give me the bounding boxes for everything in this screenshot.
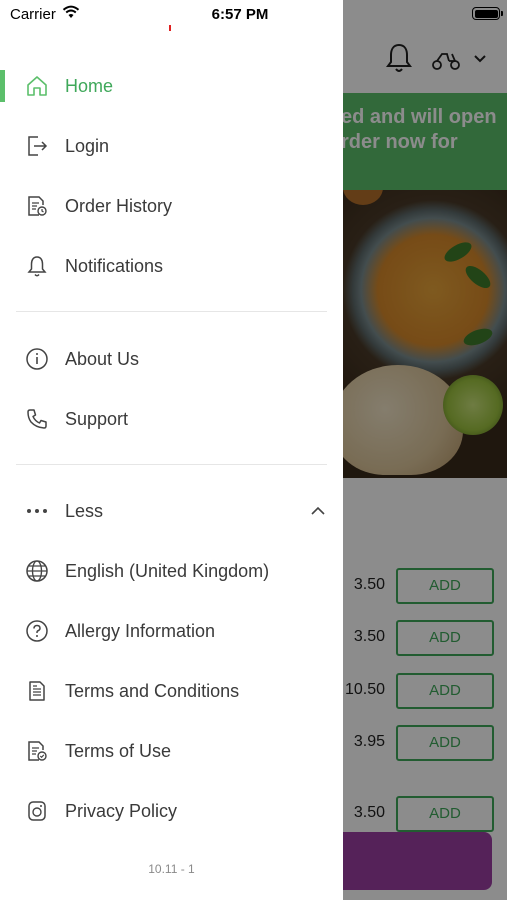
login-icon xyxy=(24,133,50,159)
menu-label: About Us xyxy=(65,348,140,369)
phone-icon xyxy=(24,406,50,432)
chevron-up-icon xyxy=(310,505,326,517)
side-drawer: Home Login Order History Notifications A… xyxy=(0,0,343,900)
globe-icon xyxy=(24,558,50,584)
document-check-icon xyxy=(24,738,50,764)
menu-item-allergy-information[interactable]: Allergy Information xyxy=(0,606,343,656)
privacy-icon xyxy=(24,798,50,824)
menu-toggle-less[interactable]: Less xyxy=(0,486,343,536)
menu-label: Order History xyxy=(65,195,173,216)
menu-label: Home xyxy=(65,75,114,96)
menu-label: Privacy Policy xyxy=(65,800,178,821)
menu-item-privacy-policy[interactable]: Privacy Policy xyxy=(0,786,343,836)
info-icon xyxy=(24,346,50,372)
menu-label: Allergy Information xyxy=(65,620,216,641)
menu-item-order-history[interactable]: Order History xyxy=(0,181,343,231)
question-icon xyxy=(24,618,50,644)
menu-label: English (United Kingdom) xyxy=(65,560,270,581)
order-history-icon xyxy=(24,193,50,219)
home-icon xyxy=(24,73,50,99)
menu-label: Terms and Conditions xyxy=(65,680,240,701)
divider xyxy=(16,464,327,465)
menu-item-home[interactable]: Home xyxy=(0,61,343,111)
bell-icon xyxy=(24,253,50,279)
more-dots-icon xyxy=(24,498,50,524)
battery-icon xyxy=(472,7,503,20)
active-indicator xyxy=(0,70,5,102)
app-version: 10.11 - 1 xyxy=(148,862,195,876)
menu-label: Support xyxy=(65,408,129,429)
menu-item-notifications[interactable]: Notifications xyxy=(0,241,343,291)
menu-item-terms-and-conditions[interactable]: Terms and Conditions xyxy=(0,666,343,716)
menu-item-about-us[interactable]: About Us xyxy=(0,334,343,384)
menu-item-login[interactable]: Login xyxy=(0,121,343,171)
document-icon xyxy=(24,678,50,704)
divider xyxy=(16,311,327,312)
status-bar: Carrier 6:57 PM xyxy=(0,0,507,30)
menu-label: Login xyxy=(65,135,110,156)
menu-label: Terms of Use xyxy=(65,740,172,761)
menu-label: Notifications xyxy=(65,255,164,276)
menu-item-terms-of-use[interactable]: Terms of Use xyxy=(0,726,343,776)
menu-label: Less xyxy=(65,500,104,521)
status-time: 6:57 PM xyxy=(211,6,269,23)
menu-item-language[interactable]: English (United Kingdom) xyxy=(0,546,343,596)
menu-item-support[interactable]: Support xyxy=(0,394,343,444)
